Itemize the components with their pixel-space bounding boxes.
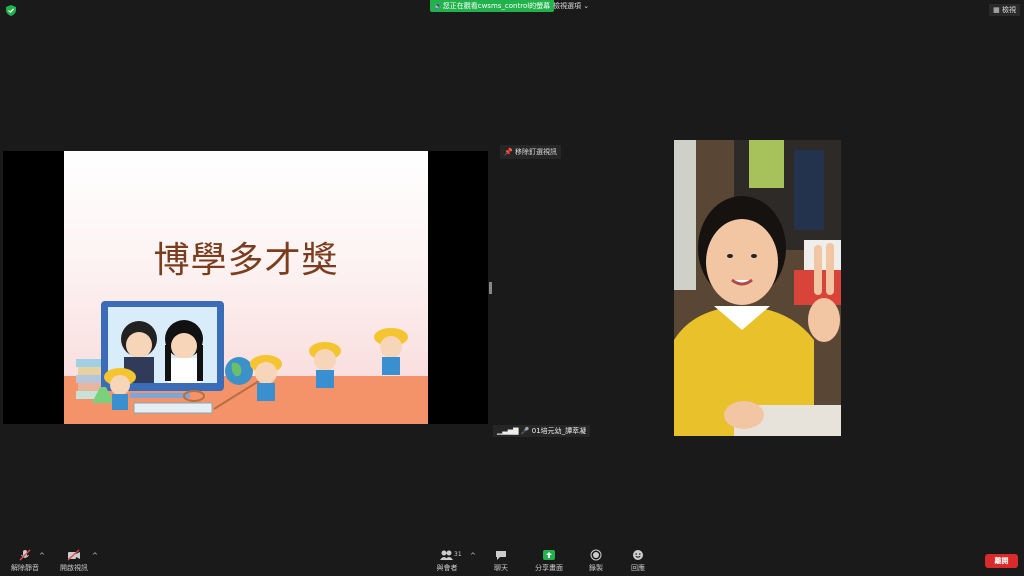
grid-view-icon: ▦ [993,6,1000,14]
reactions-label: 回應 [631,564,645,572]
view-button[interactable]: ▦ 檢視 [989,4,1020,16]
view-options-label: 檢視選項 [553,2,581,10]
view-button-label: 檢視 [1002,6,1016,14]
chat-label: 聊天 [494,564,508,572]
view-options-button[interactable]: 檢視選項 ⌄ [553,1,589,11]
reactions-button[interactable]: 回應 [626,549,650,573]
participant-name-text: 01培元幼_譚萃凝 [531,427,587,435]
leave-meeting-button[interactable]: 離開 [985,554,1018,568]
security-shield-icon[interactable] [6,5,16,16]
muted-mic-icon [19,549,31,561]
reaction-smiley-icon [633,550,643,560]
participants-label: 與會者 [436,564,458,572]
record-label: 錄製 [589,564,603,572]
participant-name-tag: ▁▃▅▇ 🎤 01培元幼_譚萃凝 [493,425,591,437]
start-video-label: 開啟視訊 [60,564,88,572]
chat-button[interactable]: 聊天 [489,549,513,573]
chat-icon [496,551,506,560]
panel-resize-handle[interactable] [489,282,492,294]
viewing-banner-text: 您正在觀看cwsms_control的螢幕 [442,2,551,10]
share-screen-icon [543,550,555,560]
unmute-label: 解除靜音 [11,564,39,572]
share-screen-label: 分享畫面 [535,564,563,572]
muted-mic-icon: 🎤 [520,427,530,435]
participants-caret-icon[interactable]: ^ [470,552,476,560]
speaker-icon: 🔈 [434,2,443,10]
audio-options-caret-icon[interactable]: ^ [39,552,45,560]
record-button[interactable]: 錄製 [584,549,608,573]
record-icon [590,549,602,561]
slide-illustration [76,301,408,414]
shared-slide: 博學多才獎 [64,151,428,424]
share-screen-button[interactable]: 分享畫面 [532,549,566,573]
pin-icon: 📌 [504,148,513,156]
participant-video-tile[interactable] [674,140,841,436]
chevron-down-icon: ⌄ [583,2,590,10]
participant-video-frame [674,140,841,436]
slide-title: 博學多才獎 [153,240,339,281]
start-video-button[interactable]: 開啟視訊 [57,549,91,573]
unpin-video-button[interactable]: 📌 移除釘選視訊 [500,145,561,159]
unpin-label-text: 移除釘選視訊 [514,148,557,156]
video-off-icon [67,549,80,561]
viewing-screen-banner: 🔈您正在觀看cwsms_control的螢幕 [430,0,555,12]
participants-icon [440,550,453,560]
video-options-caret-icon[interactable]: ^ [92,552,98,560]
participants-count: 31 [454,551,462,558]
signal-bars-icon: ▁▃▅▇ [497,427,519,435]
unmute-button[interactable]: 解除靜音 [8,549,42,573]
